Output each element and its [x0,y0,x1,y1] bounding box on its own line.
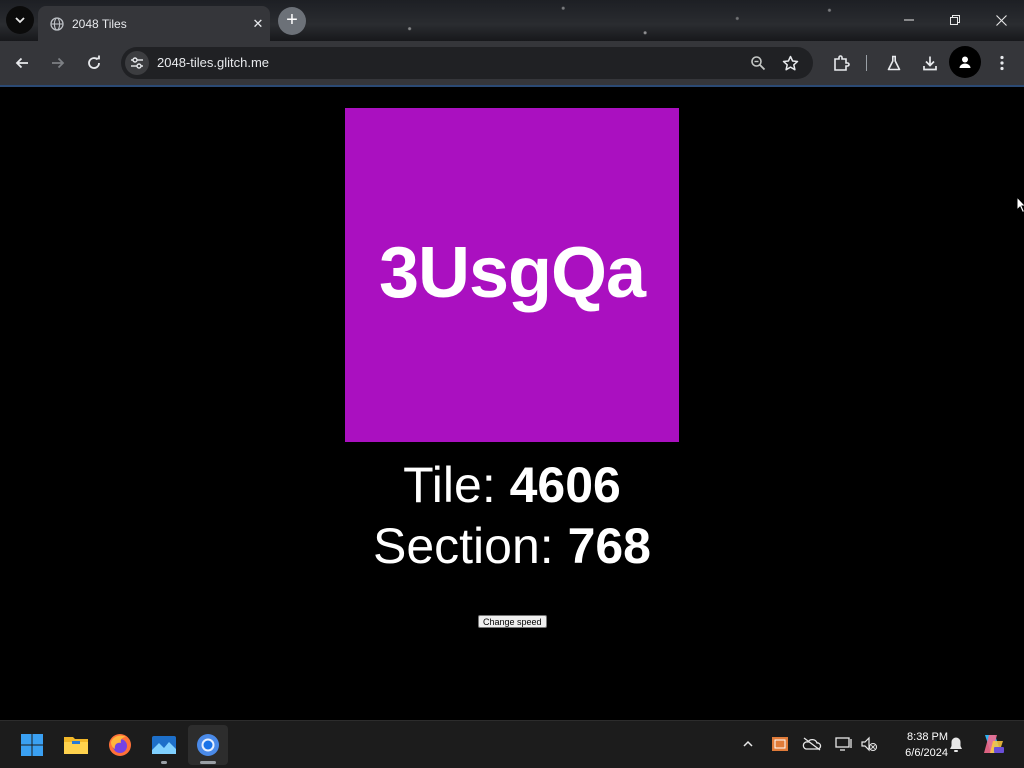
photos-button[interactable] [144,725,184,765]
browser-toolbar: 2048-tiles.glitch.me [0,41,1024,87]
display-network-icon[interactable] [833,733,855,755]
section-number-value: 768 [567,518,651,574]
arrow-left-icon [15,57,28,69]
start-button[interactable] [12,725,52,765]
back-button[interactable] [10,51,34,75]
site-info-button[interactable] [125,51,149,75]
tab-search-button[interactable] [6,6,34,34]
firefox-icon [109,734,131,756]
forward-button[interactable] [46,51,70,75]
windows-taskbar: 8:38 PM 6/6/2024 [0,720,1024,768]
color-tile: 3UsgQa [345,108,679,442]
tray-app-icon[interactable] [769,733,791,755]
mouse-cursor-icon [1016,196,1024,214]
window-controls [886,0,1024,40]
reload-icon [88,55,100,69]
arrow-right-icon [52,57,65,69]
section-number-label: Section: [373,518,568,574]
close-icon [995,14,1007,26]
close-window-button[interactable] [978,0,1024,40]
globe-icon [50,16,64,31]
tile-number-line: Tile: 4606 [0,455,1024,515]
page-content: 3UsgQa Tile: 4606 Section: 768 Change sp… [0,87,1024,720]
chevron-down-icon [15,17,25,24]
tile-label: 3UsgQa [378,233,646,313]
browser-title-bar: 2048 Tiles ✕ + [0,0,1024,41]
reload-button[interactable] [82,51,106,75]
app-running-indicator [161,761,167,764]
clock-time: 8:38 PM [907,731,948,743]
tab-close-icon[interactable]: ✕ [246,16,270,32]
chrome-icon [197,734,219,756]
labs-flask-icon[interactable] [882,51,906,75]
tile-number-value: 4606 [509,457,621,513]
menu-kebab-icon[interactable] [990,51,1014,75]
windows-logo-icon [21,734,43,756]
screen: 2048 Tiles ✕ + 2048-tiles.glitch.me 3Usg… [0,0,1024,768]
photos-icon [152,736,176,754]
onedrive-offline-icon[interactable] [801,733,823,755]
chevron-up-icon [743,740,753,747]
tab-title: 2048 Tiles [72,16,127,31]
extensions-icon[interactable] [829,51,853,75]
minimize-icon [904,19,914,21]
chrome-button[interactable] [188,725,228,765]
tile-number-label: Tile: [403,457,510,513]
copilot-icon[interactable] [980,733,1006,755]
download-icon[interactable] [918,51,942,75]
url-text[interactable]: 2048-tiles.glitch.me [157,55,269,70]
restore-button[interactable] [932,0,978,40]
app-active-indicator [200,761,216,764]
file-explorer-button[interactable] [56,725,96,765]
restore-icon [950,15,960,25]
show-hidden-icons-button[interactable] [737,733,759,755]
change-speed-button[interactable]: Change speed [478,615,547,628]
section-number-line: Section: 768 [0,516,1024,576]
firefox-button[interactable] [100,725,140,765]
toolbar-divider [866,55,867,71]
bookmark-star-icon[interactable] [778,51,802,75]
profile-button[interactable] [949,46,981,78]
tune-icon [131,57,143,69]
new-tab-button[interactable]: + [278,7,306,35]
folder-icon [64,737,88,754]
minimize-button[interactable] [886,0,932,40]
address-bar[interactable]: 2048-tiles.glitch.me [121,47,813,79]
browser-tab[interactable]: 2048 Tiles ✕ [38,6,270,41]
person-icon [959,56,971,68]
notification-bell-icon[interactable] [945,733,967,755]
clock-date: 6/6/2024 [905,747,948,759]
taskbar-clock[interactable]: 8:38 PM 6/6/2024 [886,729,948,761]
speaker-muted-icon[interactable] [858,733,880,755]
zoom-icon[interactable] [746,51,770,75]
